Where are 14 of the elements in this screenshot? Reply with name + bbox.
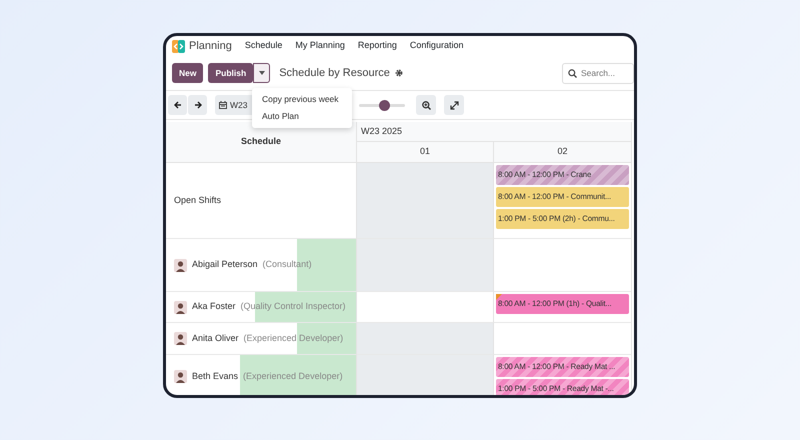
resource-role: (Quality Control Inspector): [240, 300, 346, 314]
resource-role: (Consultant): [262, 258, 312, 272]
resource-name: Beth Evans: [192, 370, 238, 383]
resource-name: Abigail Peterson: [192, 258, 258, 272]
period-header: W23 2025: [357, 122, 632, 142]
resource-role: (Experienced Developer): [244, 332, 344, 345]
resource-role: (Experienced Developer): [243, 370, 343, 383]
view-title: Schedule by Resource: [279, 66, 390, 81]
resource-name: Aka Foster: [192, 300, 236, 314]
row-label: Open Shifts: [174, 194, 222, 207]
column-header: Schedule: [166, 122, 357, 163]
day-header: 01: [357, 142, 494, 163]
resource-name: Anita Oliver: [192, 332, 239, 345]
day-header: 02: [494, 142, 632, 163]
